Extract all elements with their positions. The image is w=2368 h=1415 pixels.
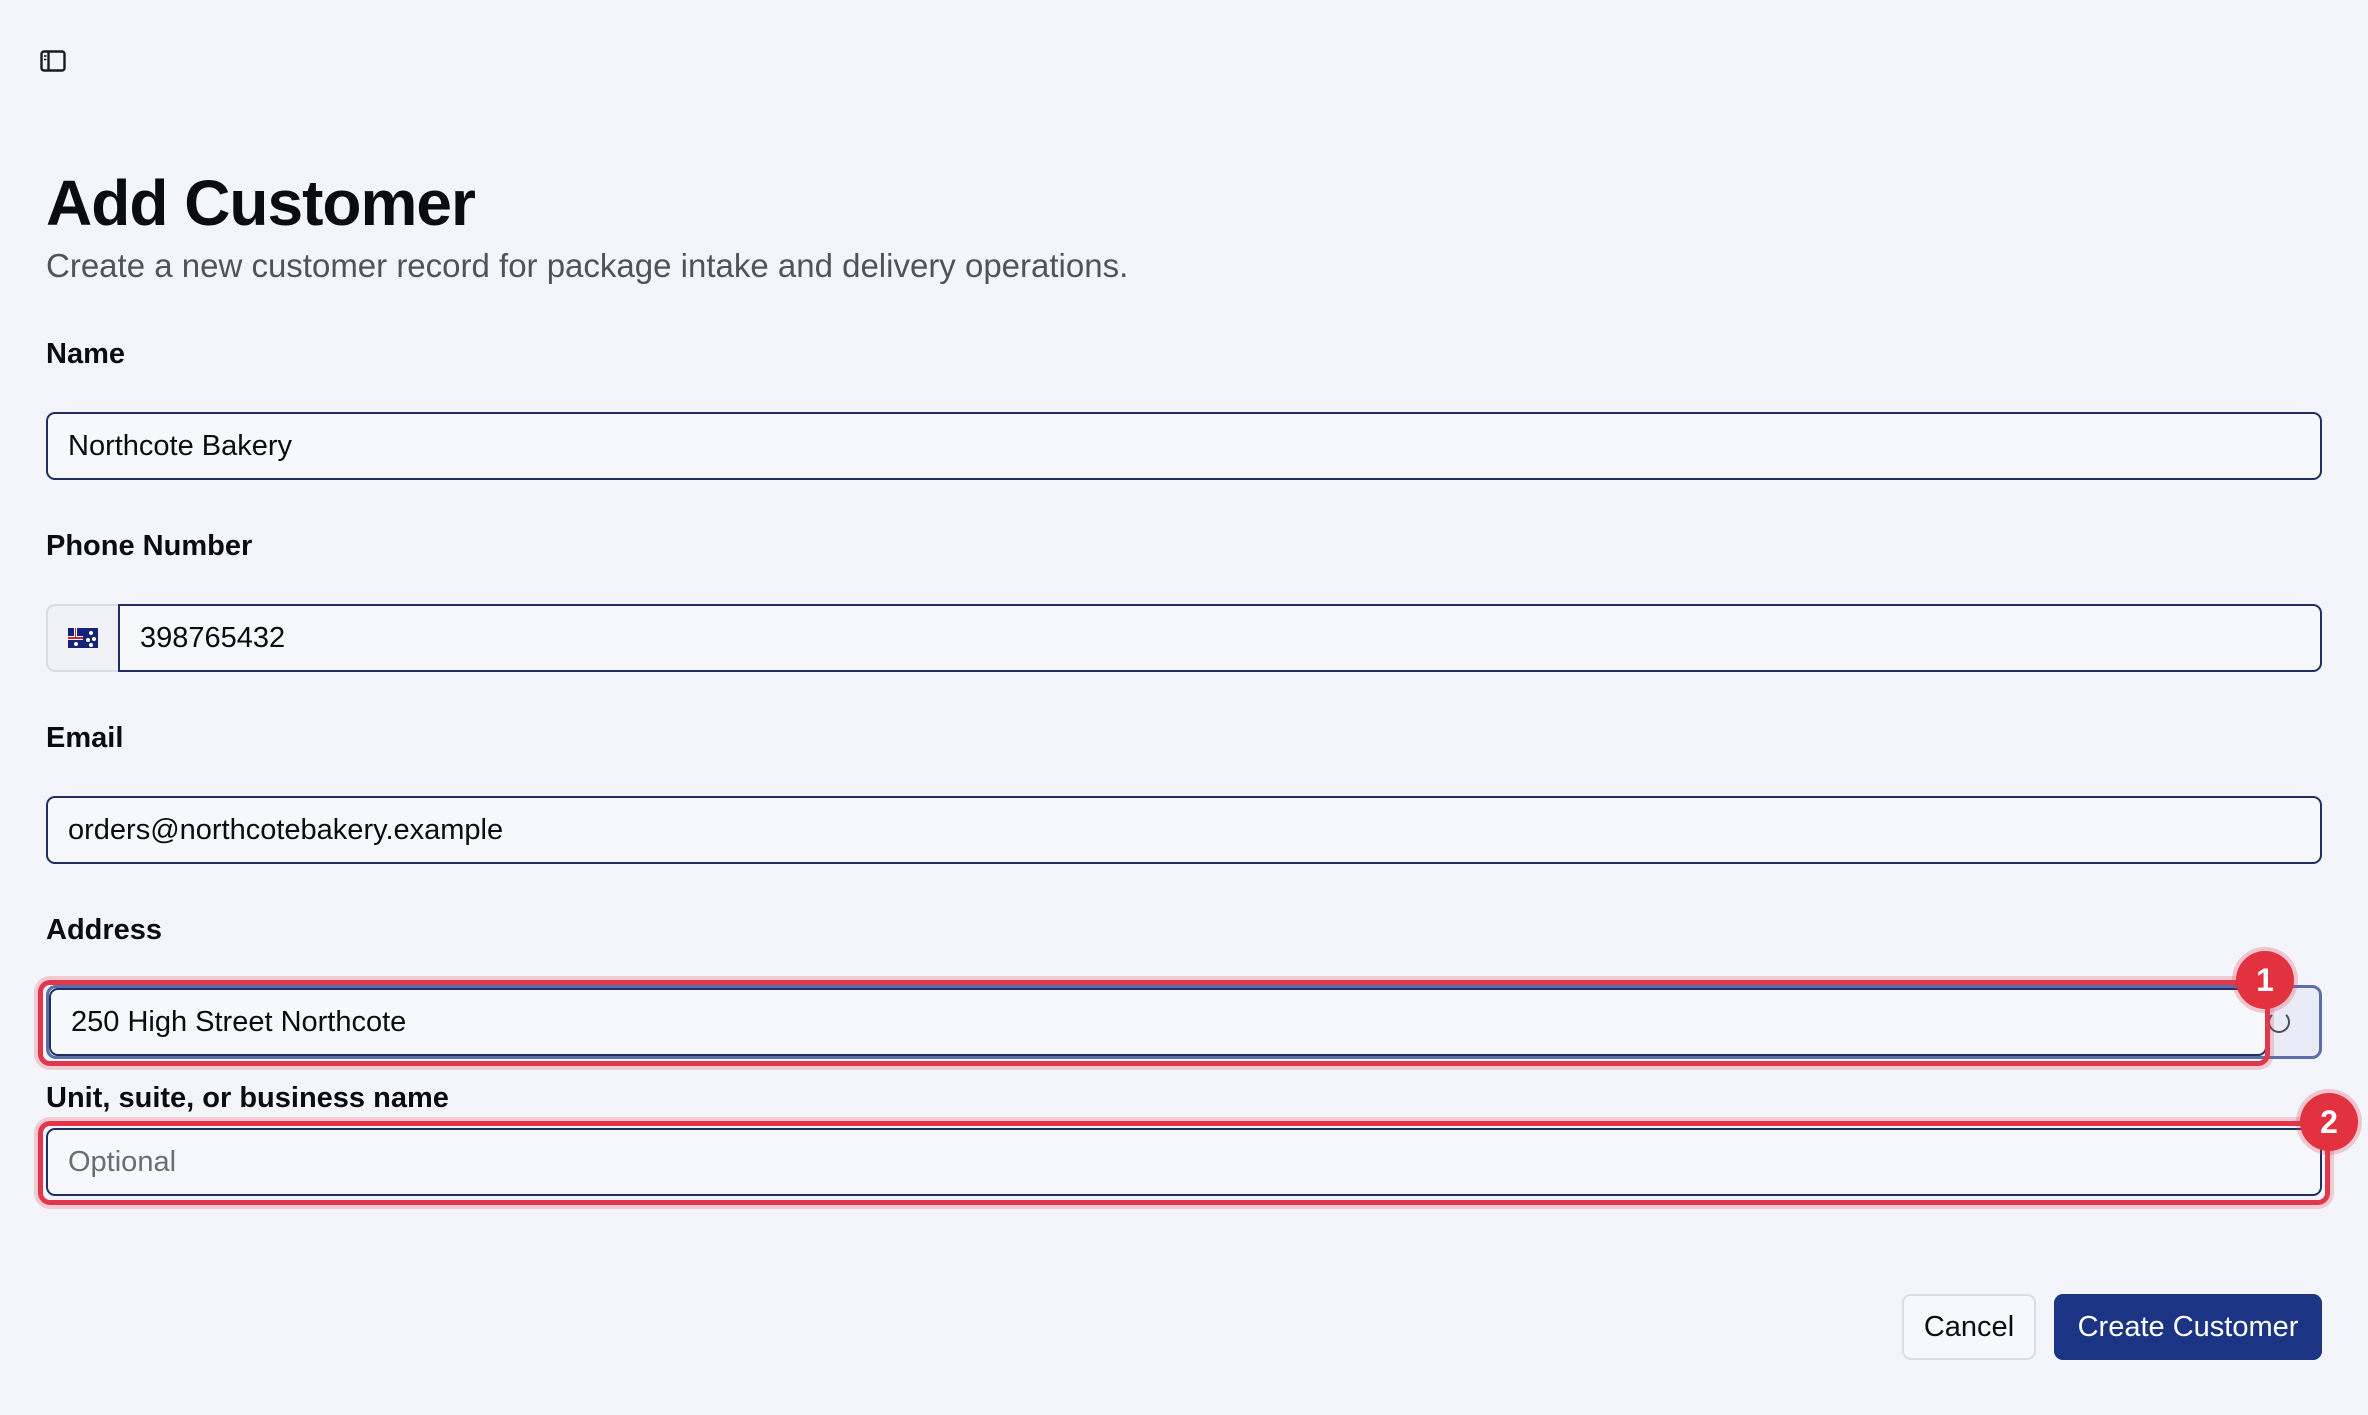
cancel-button[interactable]: Cancel (1902, 1294, 2036, 1360)
address-label: Address (46, 914, 163, 946)
form-container: Add Customer Create a new customer recor… (38, 160, 2358, 1360)
name-label: Name (46, 338, 125, 370)
unit-input[interactable] (46, 1128, 2322, 1196)
annotation-marker-1: 1 (2236, 951, 2294, 1009)
annotation-marker-2: 2 (2300, 1093, 2358, 1151)
unit-label: Unit, suite, or business name (46, 1082, 449, 1114)
phone-label: Phone Number (46, 530, 253, 562)
page-subtitle: Create a new customer record for package… (46, 247, 1129, 284)
address-input[interactable] (49, 988, 2267, 1056)
add-customer-page: Add Customer Create a new customer recor… (0, 0, 2368, 1415)
page-title: Add Customer (46, 167, 476, 239)
email-label: Email (46, 722, 124, 754)
name-input[interactable] (46, 412, 2322, 480)
loading-spinner-icon (2268, 1011, 2290, 1033)
address-autocomplete (46, 985, 2322, 1059)
phone-country-select[interactable] (46, 604, 118, 672)
email-input[interactable] (46, 796, 2322, 864)
create-customer-button[interactable]: Create Customer (2054, 1294, 2322, 1360)
phone-input[interactable] (118, 604, 2322, 672)
sidebar-toggle-button[interactable] (36, 46, 70, 76)
australia-flag-icon (68, 628, 98, 648)
sidebar-panel-icon (40, 50, 66, 72)
